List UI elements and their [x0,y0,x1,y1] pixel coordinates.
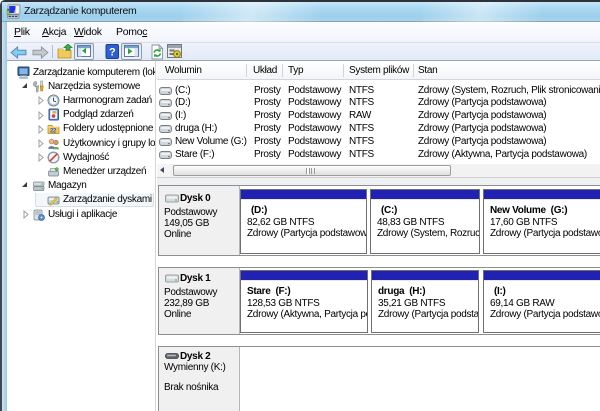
svg-text:?: ? [109,47,116,59]
svg-text:22: 22 [50,129,57,135]
